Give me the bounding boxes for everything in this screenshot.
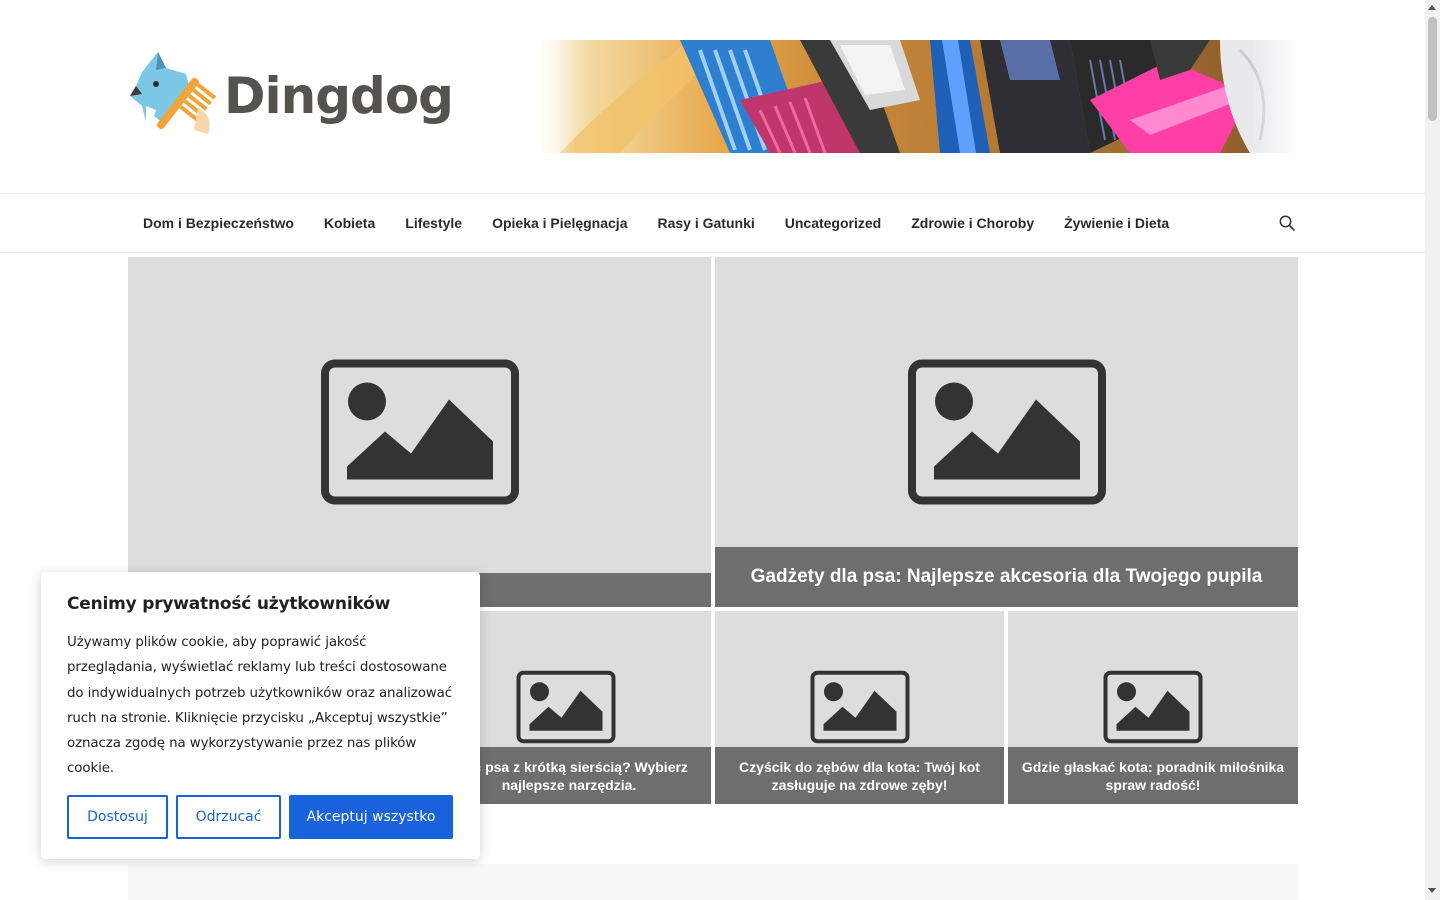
- nav-item-lifestyle[interactable]: Lifestyle: [390, 215, 477, 231]
- scroll-down-arrow-icon[interactable]: [1428, 888, 1436, 893]
- featured-post-tile[interactable]: Gdzie głaskać kota: poradnik miłośnika s…: [1008, 611, 1298, 804]
- dog-logo-icon: [130, 52, 217, 134]
- nav-item-uncategorized[interactable]: Uncategorized: [770, 215, 896, 231]
- nav-item-dom-i-bezpieczenstwo[interactable]: Dom i Bezpieczeństwo: [128, 215, 309, 231]
- image-placeholder-icon: [907, 359, 1106, 505]
- cookie-accept-all-button[interactable]: Akceptuj wszystko: [289, 795, 453, 839]
- page-scrollbar[interactable]: [1425, 0, 1440, 900]
- nav-item-kobieta[interactable]: Kobieta: [309, 215, 390, 231]
- featured-post-title[interactable]: Gadżety dla psa: Najlepsze akcesoria dla…: [715, 547, 1298, 607]
- cookie-banner-text: Używamy plików cookie, aby poprawić jako…: [67, 635, 453, 777]
- featured-post-tile[interactable]: Czyścik do zębów dla kota: Twój kot zasł…: [715, 611, 1004, 804]
- scrollbar-thumb[interactable]: [1428, 17, 1437, 121]
- image-placeholder-icon: [810, 670, 909, 744]
- cookie-banner-buttons: Dostosuj Odrzucać Akceptuj wszystko: [67, 795, 453, 839]
- cookie-reject-button[interactable]: Odrzucać: [176, 795, 281, 839]
- featured-post-title[interactable]: Gdzie głaskać kota: poradnik miłośnika s…: [1008, 747, 1298, 804]
- site-logo-text: Dingdog: [224, 67, 454, 125]
- grooming-tools-banner-image: [530, 40, 1298, 153]
- nav-item-opieka-i-pielegnacja[interactable]: Opieka i Pielęgnacja: [477, 215, 642, 231]
- nav-item-rasy-i-gatunki[interactable]: Rasy i Gatunki: [642, 215, 769, 231]
- nav-item-zdrowie-i-choroby[interactable]: Zdrowie i Choroby: [896, 215, 1049, 231]
- scroll-up-arrow-icon[interactable]: [1428, 5, 1436, 10]
- header-banner-image[interactable]: [530, 40, 1298, 153]
- featured-post-tile[interactable]: [128, 257, 711, 607]
- nav-item-zywienie-i-dieta[interactable]: Żywienie i Dieta: [1049, 215, 1184, 231]
- cookie-customize-button[interactable]: Dostosuj: [67, 795, 168, 839]
- cookie-consent-banner: Cenimy prywatność użytkowników Używamy p…: [41, 572, 480, 859]
- image-placeholder-icon: [1103, 670, 1203, 744]
- nav-menu: Dom i Bezpieczeństwo Kobieta Lifestyle O…: [128, 194, 1184, 252]
- site-logo[interactable]: Dingdog: [128, 50, 454, 142]
- search-icon[interactable]: [1279, 215, 1295, 231]
- site-header: Dingdog: [0, 0, 1425, 193]
- featured-post-tile[interactable]: Gadżety dla psa: Najlepsze akcesoria dla…: [715, 257, 1298, 607]
- featured-post-title[interactable]: Czyścik do zębów dla kota: Twój kot zasł…: [715, 747, 1004, 804]
- main-navigation: Dom i Bezpieczeństwo Kobieta Lifestyle O…: [0, 193, 1425, 253]
- image-placeholder-icon: [320, 359, 519, 505]
- image-placeholder-icon: [516, 670, 616, 744]
- content-section: [128, 864, 1298, 900]
- cookie-banner-title: Cenimy prywatność użytkowników: [67, 594, 391, 614]
